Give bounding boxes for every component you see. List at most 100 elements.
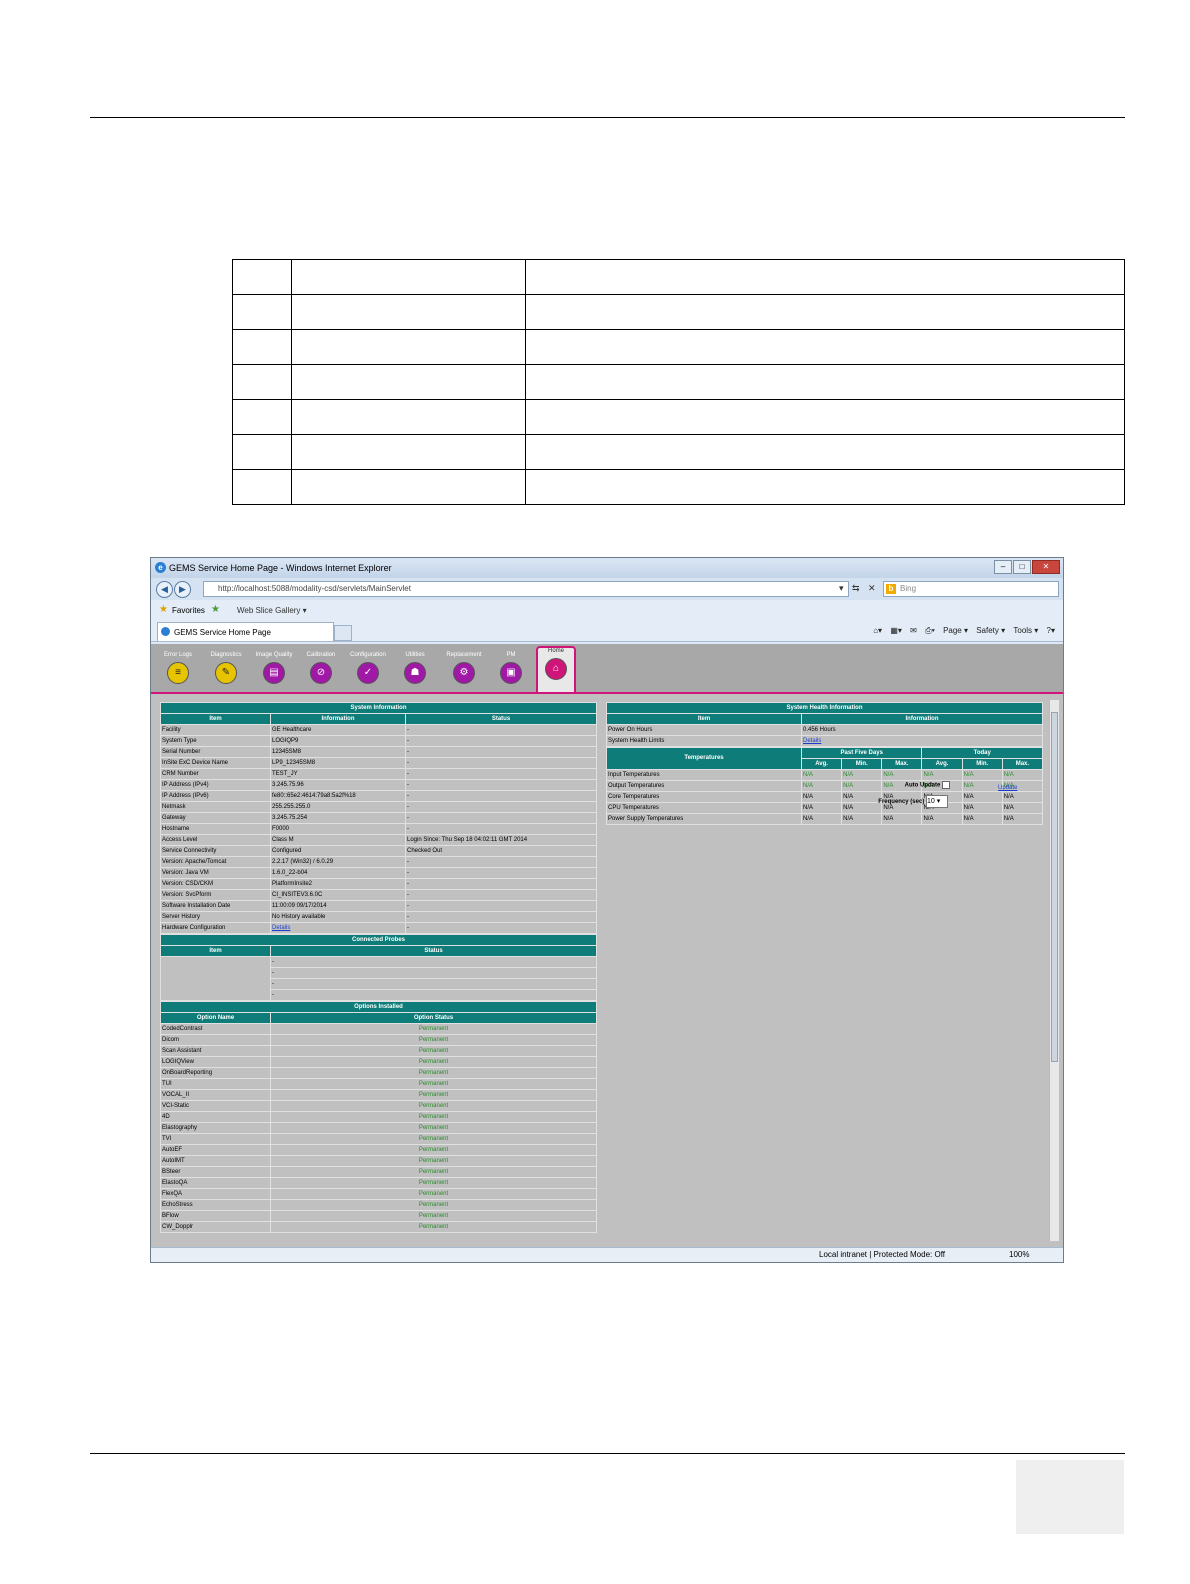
back-icon[interactable]: ◀ [156, 581, 173, 598]
status-cell: - [405, 878, 597, 890]
status-cell: - [405, 867, 597, 879]
temp-value-cell: N/A [961, 802, 1003, 814]
home-icon: ⌂ [545, 658, 567, 680]
add-favorite-icon[interactable]: ★ [211, 604, 220, 615]
information-cell: 11:00:09 09/17/2014 [270, 900, 406, 912]
option-status-cell: Permanent [270, 1210, 597, 1222]
zoom-level[interactable]: 100% [1009, 1250, 1029, 1259]
probes-table: Connected Probes Item Status ---- [160, 934, 597, 1001]
blank-cell [232, 469, 292, 505]
health-limits-link-cell: Details [801, 735, 1043, 747]
list-item: TVI Permanent [160, 1133, 597, 1145]
option-name-cell: VOCAL_II [160, 1089, 271, 1101]
forward-icon[interactable]: ▶ [174, 581, 191, 598]
col-item: Item [160, 713, 271, 725]
probes-title: Connected Probes [160, 934, 597, 946]
frequency-select[interactable]: 10 ▾ [926, 795, 948, 808]
browser-tab[interactable]: GEMS Service Home Page [157, 622, 334, 641]
blank-cell [291, 364, 526, 400]
toolbar-label: Diagnostics [210, 652, 242, 658]
feeds-icon[interactable]: ▦▾ [890, 626, 902, 635]
vertical-scrollbar[interactable] [1049, 700, 1059, 1241]
print-icon[interactable]: ⎙▾ [925, 626, 935, 635]
temp-value-cell: N/A [1001, 813, 1044, 825]
search-input[interactable]: b Bing [883, 581, 1059, 597]
toolbar-button-7[interactable]: PM ▣ [488, 652, 534, 684]
page-menu[interactable]: Page ▾ [943, 626, 968, 635]
blank-cell [232, 399, 292, 435]
health-col-information: Information [801, 713, 1043, 725]
blank-cell [232, 329, 292, 365]
option-status-cell: Permanent [270, 1144, 597, 1156]
list-item: LOGIQView Permanent [160, 1056, 597, 1068]
health-limits-link[interactable]: Details [803, 738, 821, 744]
safety-menu[interactable]: Safety ▾ [976, 626, 1005, 635]
maximize-icon[interactable]: □ [1013, 560, 1031, 574]
item-cell: Version: Java VM [160, 867, 271, 879]
close-icon[interactable]: ✕ [1032, 560, 1060, 574]
replacement-icon: ⚙ [453, 662, 475, 684]
status-cell: - [405, 790, 597, 802]
probe-item-cell [160, 956, 271, 1001]
information-cell: No History available [270, 911, 406, 923]
toolbar-button-4[interactable]: Configuration ✓ [345, 652, 391, 684]
temp-value-cell: N/A [961, 813, 1003, 825]
probe-status-cell: - [270, 956, 597, 968]
home-nav-icon[interactable]: ⌂▾ [873, 626, 882, 635]
toolbar-button-8[interactable]: Home ⌂ [536, 646, 576, 692]
blank-cell [525, 364, 1125, 400]
blank-cell [232, 294, 292, 330]
diagnostics-icon: ✎ [215, 662, 237, 684]
options-table: Options Installed Option Name Option Sta… [160, 1001, 597, 1233]
window-title: GEMS Service Home Page - Windows Interne… [169, 563, 392, 573]
toolbar-label: Calibration [306, 652, 336, 658]
status-cell: - [405, 746, 597, 758]
minimize-icon[interactable]: – [994, 560, 1012, 574]
toolbar-button-0[interactable]: Error Logs ≡ [155, 652, 201, 684]
web-slice-gallery-link[interactable]: Web Slice Gallery ▾ [237, 606, 307, 615]
address-tools-icon[interactable]: ▾ ⇆ ✕ [839, 583, 879, 594]
table-row: Serial Number 12345SM8- [160, 746, 597, 758]
status-cell: - [405, 735, 597, 747]
item-cell: Service Connectivity [160, 845, 271, 857]
update-link[interactable]: Update [998, 785, 1017, 791]
item-cell: Netmask [160, 801, 271, 813]
tools-menu[interactable]: Tools ▾ [1013, 626, 1038, 635]
favorites-star-icon[interactable]: ★ [159, 604, 168, 615]
option-name-cell: OnBoardReporting [160, 1067, 271, 1079]
toolbar-button-5[interactable]: Utilities ☗ [392, 652, 438, 684]
item-cell: System Type [160, 735, 271, 747]
toolbar-button-3[interactable]: Calibration ⊘ [298, 652, 344, 684]
favorites-button[interactable]: Favorites [172, 606, 205, 615]
health-title: System Health Information [606, 702, 1043, 714]
blank-table-row [232, 329, 1125, 365]
table-row: Server History No History available - [160, 911, 597, 923]
browser-window: e GEMS Service Home Page - Windows Inter… [150, 557, 1064, 1263]
status-cell: - [405, 922, 597, 934]
option-status-cell: Permanent [270, 1155, 597, 1167]
options-col-name: Option Name [160, 1012, 271, 1024]
status-cell: - [405, 856, 597, 868]
page-content: Error Logs ≡ Diagnostics ✎ Image Quality ▤ Cal… [151, 644, 1063, 1248]
toolbar-button-6[interactable]: Replacement ⚙ [441, 652, 487, 684]
window-controls: – □ ✕ [994, 560, 1060, 574]
help-icon[interactable]: ?▾ [1047, 626, 1055, 635]
auto-update-label: Auto Update [904, 782, 941, 789]
toolbar-button-2[interactable]: Image Quality ▤ [251, 652, 297, 684]
auto-update-checkbox[interactable] [942, 781, 950, 789]
list-item: CW_Dopplr Permanent [160, 1221, 597, 1233]
option-status-cell: Permanent [270, 1067, 597, 1079]
new-tab-button[interactable] [334, 625, 352, 641]
mail-icon[interactable]: ✉ [910, 626, 917, 635]
blank-table-row [232, 399, 1125, 435]
option-name-cell: 4D [160, 1111, 271, 1123]
scrollbar-thumb[interactable] [1051, 712, 1058, 1062]
toolbar-button-1[interactable]: Diagnostics ✎ [203, 652, 249, 684]
details-link[interactable]: Details [272, 925, 290, 931]
temp-subheader: Avg. [800, 758, 843, 770]
option-status-cell: Permanent [270, 1023, 597, 1035]
item-cell: Gateway [160, 812, 271, 824]
item-cell: CRM Number [160, 768, 271, 780]
option-name-cell: CodedContrast [160, 1023, 271, 1035]
address-input[interactable]: http://localhost:5088/modality-csd/servl… [203, 581, 849, 597]
